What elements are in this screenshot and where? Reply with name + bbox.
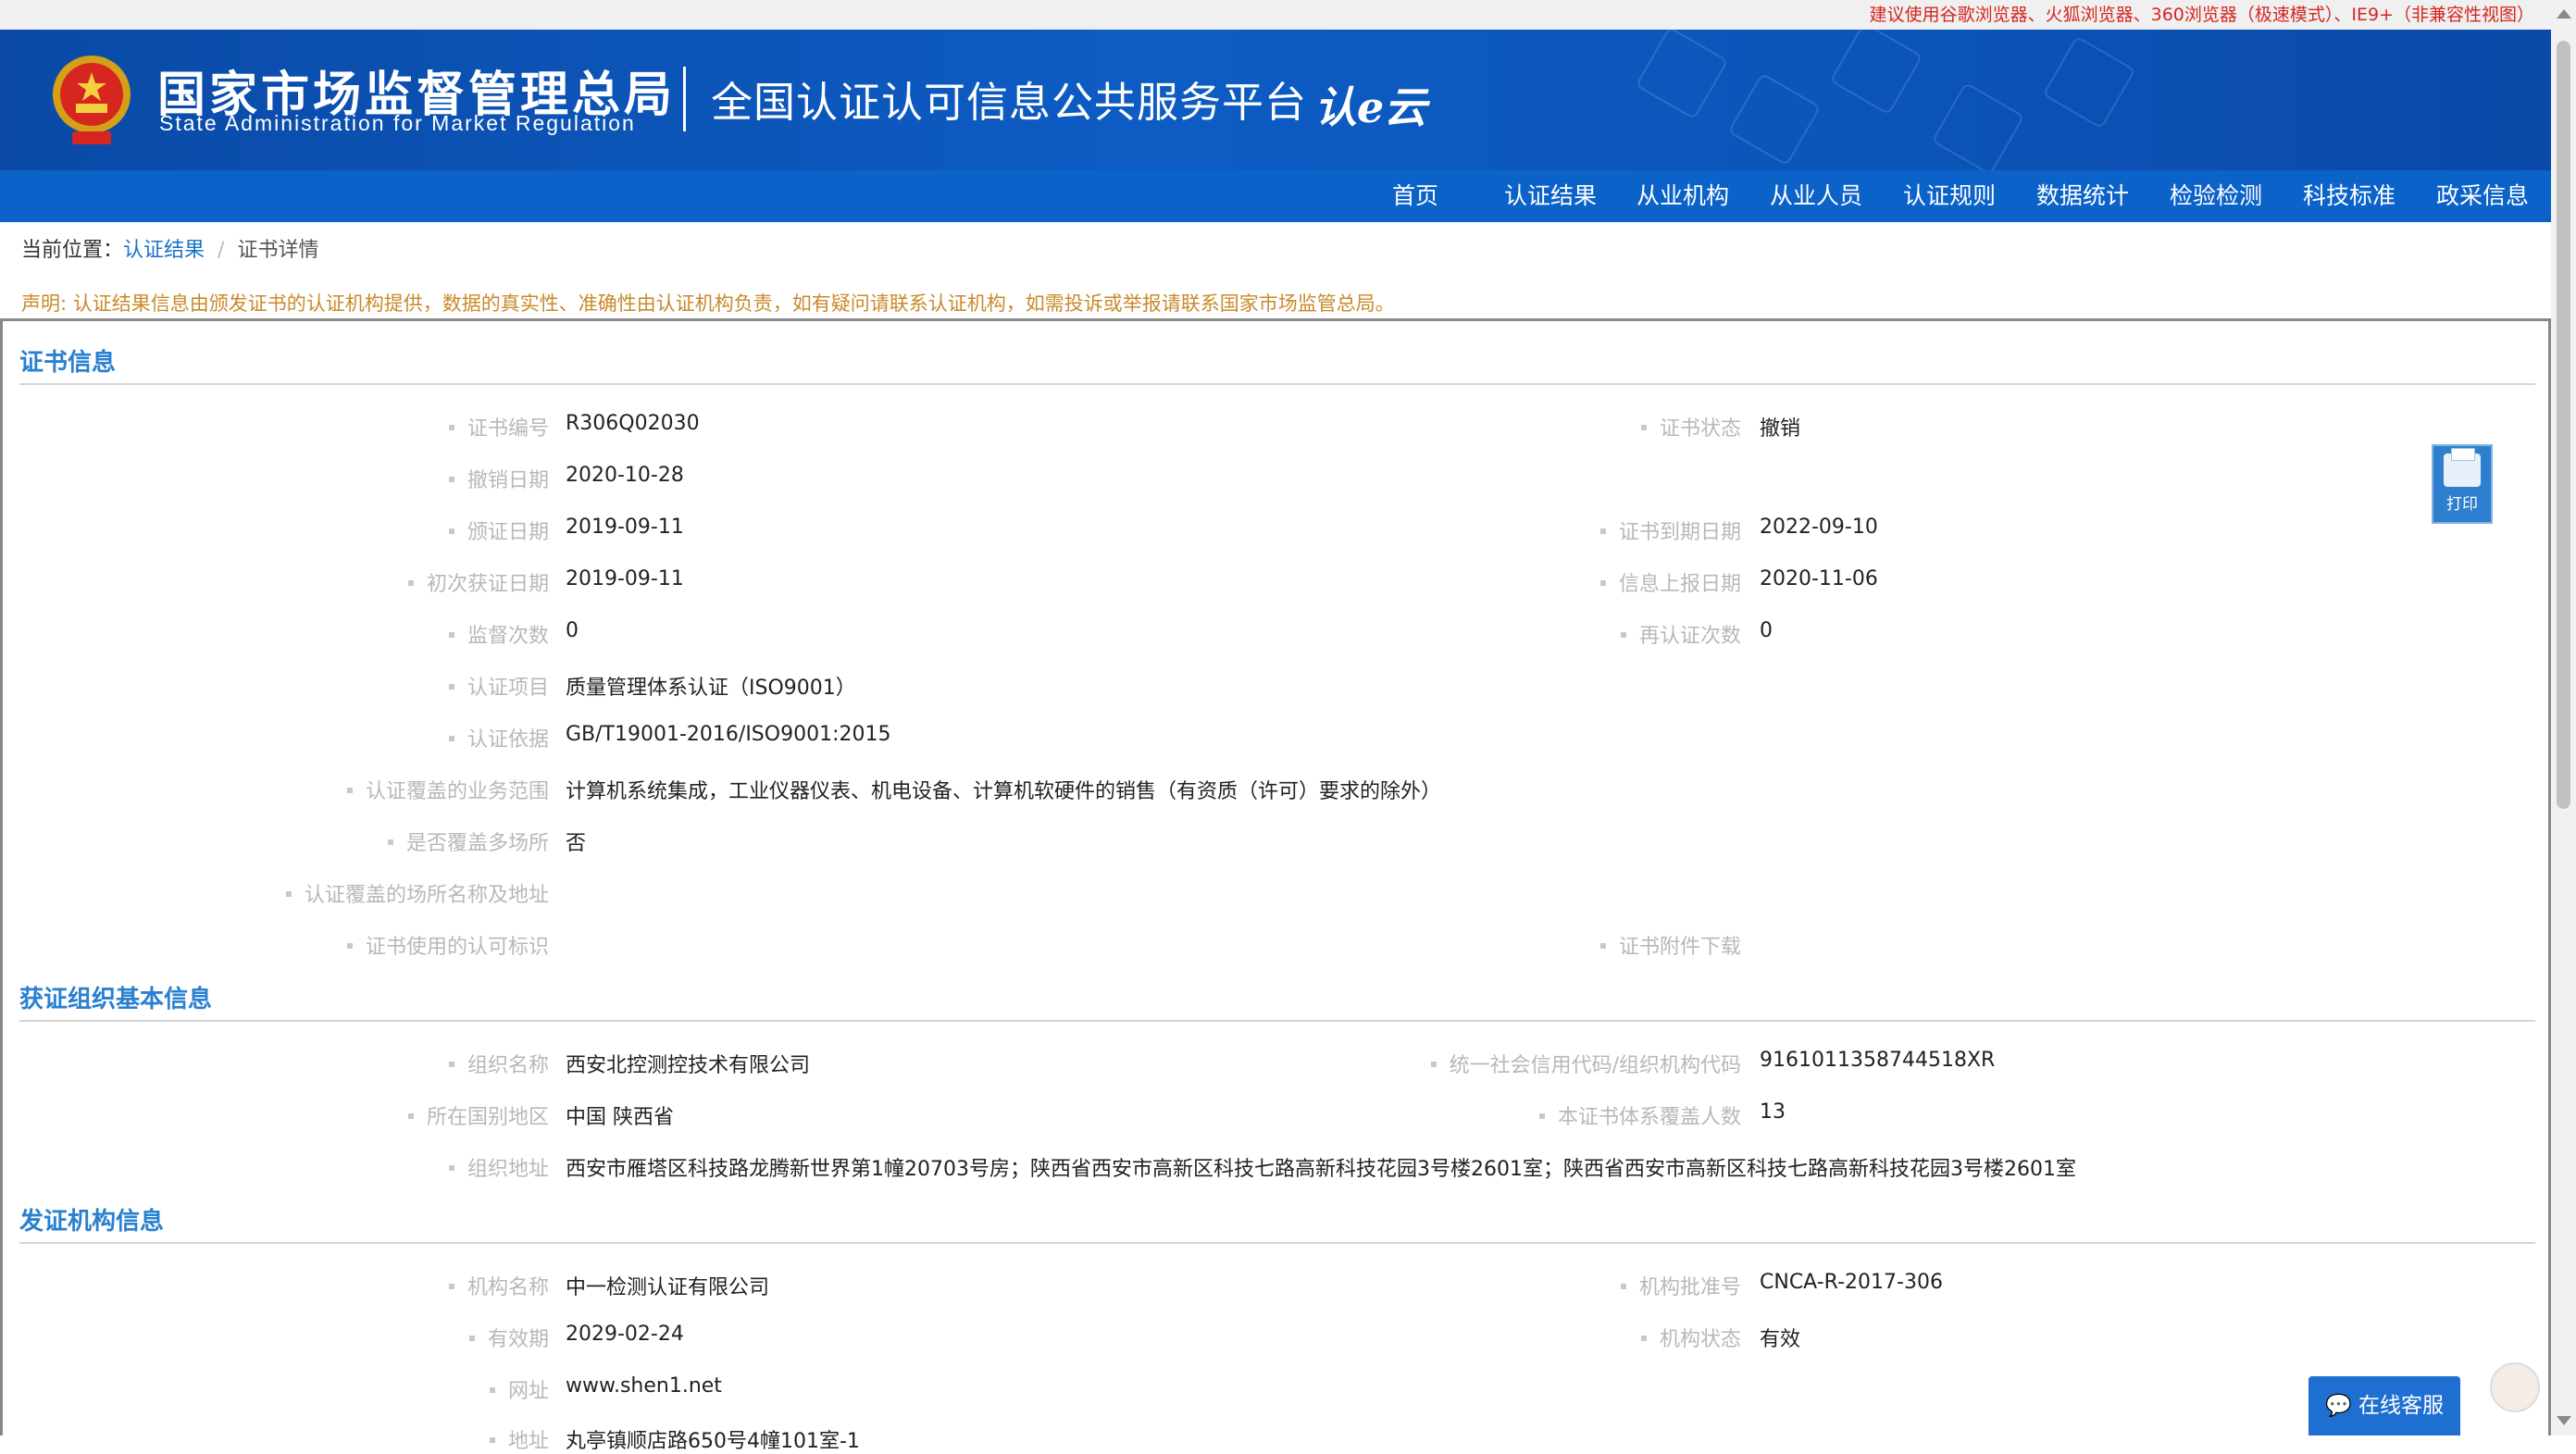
section-divider	[19, 1020, 2535, 1022]
browser-notice: 建议使用谷歌浏览器、火狐浏览器、360浏览器（极速模式）、IE9+（非兼容性视图…	[0, 0, 2551, 30]
issuer-website[interactable]: www.shen1.net	[566, 1374, 722, 1398]
field-label: 颁证日期	[449, 516, 549, 545]
cert-status: 撤销	[1760, 417, 1801, 441]
field-label: 再认证次数	[1621, 619, 1741, 649]
recert-count: 0	[1760, 619, 1773, 642]
org-name-en: State Administration for Market Regulati…	[159, 111, 636, 135]
issuer-address: 丸亭镇顺店路650号4幢101室-1	[566, 1430, 860, 1453]
supervision-count: 0	[566, 619, 579, 642]
field-label: 所在国别地区	[408, 1100, 549, 1130]
field-label: 机构名称	[449, 1271, 549, 1300]
breadcrumb-current: 证书详情	[237, 239, 319, 262]
nav-statistics[interactable]: 数据统计	[2036, 170, 2129, 222]
field-label: 证书使用的认可标识	[347, 930, 549, 960]
print-button[interactable]: 打印	[2432, 444, 2493, 524]
field-label: 统一社会信用代码/组织机构代码	[1431, 1049, 1741, 1078]
issuer-approval-no: CNCA-R-2017-306	[1760, 1271, 1943, 1294]
chat-label: 在线客服	[2358, 1394, 2444, 1418]
online-service-button[interactable]: 💬 在线客服	[2308, 1376, 2460, 1435]
field-label: 撤销日期	[449, 464, 549, 493]
main-nav: 首页 认证结果 从业机构 从业人员 认证规则 数据统计 检验检测 科技标准 政采…	[0, 170, 2551, 222]
banner-decoration	[1829, 30, 1923, 116]
issuer-name: 中一检测认证有限公司	[566, 1276, 770, 1299]
issuer-valid-until: 2029-02-24	[566, 1323, 684, 1346]
field-label: 组织名称	[449, 1049, 549, 1078]
header-divider	[683, 67, 686, 131]
org-region: 中国 陕西省	[566, 1106, 674, 1129]
breadcrumb-separator: /	[218, 239, 225, 262]
field-label: 证书附件下载	[1600, 930, 1741, 960]
revoke-date: 2020-10-28	[566, 464, 684, 487]
field-label: 信息上报日期	[1600, 567, 1741, 597]
field-label: 网址	[490, 1374, 549, 1404]
scroll-up-icon[interactable]	[2557, 9, 2571, 19]
platform-logo: 认e云	[1314, 82, 1427, 132]
nav-home[interactable]: 首页	[1392, 170, 1438, 222]
service-avatar-icon[interactable]	[2490, 1362, 2540, 1412]
scroll-down-icon[interactable]	[2557, 1416, 2571, 1425]
header-banner: 国家市场监督管理总局 State Administration for Mark…	[0, 30, 2551, 170]
section-divider	[19, 1242, 2535, 1244]
field-label: 机构批准号	[1621, 1271, 1741, 1300]
credit-code: 9161011358744518XR	[1760, 1049, 1996, 1072]
expire-date: 2022-09-10	[1760, 516, 1878, 539]
issuer-status: 有效	[1760, 1328, 1801, 1351]
section-title-cert: 证书信息	[19, 349, 117, 377]
nav-procurement[interactable]: 政采信息	[2436, 170, 2529, 222]
scrollbar-thumb[interactable]	[2557, 41, 2570, 809]
org-address: 西安市雁塔区科技路龙腾新世界第1幢20703号房；陕西省西安市高新区科技七路高新…	[566, 1158, 2076, 1181]
field-label: 认证覆盖的场所名称及地址	[286, 878, 549, 908]
field-label: 认证覆盖的业务范围	[347, 775, 549, 804]
field-label: 组织地址	[449, 1152, 549, 1182]
banner-decoration	[2042, 35, 2136, 130]
field-label: 有效期	[469, 1323, 549, 1352]
field-label: 地址	[490, 1424, 549, 1454]
field-label: 初次获证日期	[408, 567, 549, 597]
breadcrumb-prefix: 当前位置：	[21, 239, 124, 262]
platform-name: 全国认证认可信息公共服务平台	[711, 78, 1308, 127]
multi-site: 否	[566, 832, 587, 855]
nav-cert-results[interactable]: 认证结果	[1504, 170, 1597, 222]
field-label: 证书状态	[1641, 412, 1741, 441]
field-label: 是否覆盖多场所	[388, 826, 549, 856]
nav-personnel[interactable]: 从业人员	[1770, 170, 1862, 222]
disclaimer-statement: 声明: 认证结果信息由颁发证书的认证机构提供，数据的真实性、准确性由认证机构负责…	[21, 292, 1395, 315]
report-date: 2020-11-06	[1760, 567, 1878, 590]
nav-inspection[interactable]: 检验检测	[2170, 170, 2262, 222]
field-label: 机构状态	[1641, 1323, 1741, 1352]
breadcrumb-link-results[interactable]: 认证结果	[123, 239, 205, 262]
banner-decoration	[1931, 81, 2025, 170]
field-label: 证书编号	[449, 412, 549, 441]
org-name: 西安北控测控技术有限公司	[566, 1054, 811, 1077]
nav-institutions[interactable]: 从业机构	[1636, 170, 1729, 222]
first-cert-date: 2019-09-11	[566, 567, 684, 590]
cert-project: 质量管理体系认证（ISO9001）	[566, 677, 856, 700]
national-emblem-icon	[53, 56, 131, 144]
field-label: 认证依据	[449, 723, 549, 752]
detail-panel: 证书信息 证书编号 R306Q02030 证书状态 撤销 撤销日期 2020-1…	[0, 318, 2551, 1453]
printer-icon	[2444, 448, 2481, 487]
section-title-org: 获证组织基本信息	[19, 986, 213, 1013]
covered-headcount: 13	[1760, 1100, 1786, 1124]
field-label: 本证书体系覆盖人数	[1539, 1100, 1741, 1130]
cert-basis: GB/T19001-2016/ISO9001:2015	[566, 723, 891, 746]
nav-standards[interactable]: 科技标准	[2303, 170, 2396, 222]
breadcrumb: 当前位置：认证结果 / 证书详情	[21, 233, 318, 263]
cert-scope: 计算机系统集成，工业仪器仪表、机电设备、计算机软硬件的销售（有资质（许可）要求的…	[566, 780, 1442, 803]
print-label: 打印	[2446, 495, 2478, 514]
nav-rules[interactable]: 认证规则	[1903, 170, 1996, 222]
chat-bubble-icon: 💬	[2325, 1394, 2352, 1418]
banner-decoration	[1727, 72, 1822, 167]
cert-number: R306Q02030	[566, 412, 700, 435]
field-label: 认证项目	[449, 671, 549, 701]
section-title-issuer: 发证机构信息	[19, 1208, 165, 1236]
section-divider	[19, 383, 2535, 385]
issue-date: 2019-09-11	[566, 516, 684, 539]
field-label: 监督次数	[449, 619, 549, 649]
banner-decoration	[1635, 30, 1729, 120]
field-label: 证书到期日期	[1600, 516, 1741, 545]
